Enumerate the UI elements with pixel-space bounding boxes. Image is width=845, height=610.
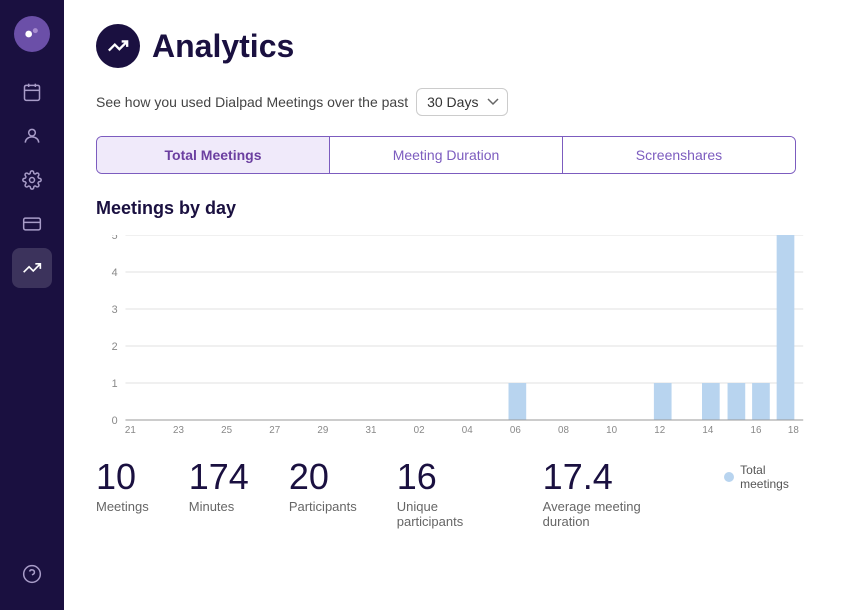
svg-text:23: 23 bbox=[173, 425, 184, 435]
tab-screenshares[interactable]: Screenshares bbox=[563, 137, 795, 173]
svg-text:10: 10 bbox=[606, 425, 617, 435]
svg-text:3: 3 bbox=[112, 304, 118, 316]
bar-14a bbox=[702, 383, 720, 420]
sidebar-item-person[interactable] bbox=[12, 116, 52, 156]
calendar-icon bbox=[22, 82, 42, 102]
subtitle-row: See how you used Dialpad Meetings over t… bbox=[96, 88, 813, 116]
chart-section: Meetings by day 0 1 2 3 4 5 bbox=[96, 198, 813, 435]
stat-unique-participants: 16 Unique participants bbox=[397, 459, 503, 529]
help-icon bbox=[22, 564, 42, 584]
stat-participants-label: Participants bbox=[289, 499, 357, 514]
svg-text:12: 12 bbox=[654, 425, 665, 435]
stat-meetings: 10 Meetings bbox=[96, 459, 149, 514]
stat-unique-label: Unique participants bbox=[397, 499, 503, 529]
bar-16 bbox=[752, 383, 770, 420]
sidebar-item-help[interactable] bbox=[12, 554, 52, 594]
sidebar-nav bbox=[12, 72, 52, 546]
svg-text:27: 27 bbox=[269, 425, 280, 435]
stat-avg-value: 17.4 bbox=[543, 459, 613, 495]
stat-avg-label: Average meeting duration bbox=[543, 499, 684, 529]
header-icon bbox=[96, 24, 140, 68]
svg-text:2: 2 bbox=[112, 341, 118, 353]
legend-dot bbox=[724, 472, 734, 482]
svg-text:02: 02 bbox=[414, 425, 425, 435]
settings-icon bbox=[22, 170, 42, 190]
svg-text:14: 14 bbox=[702, 425, 713, 435]
stat-minutes-value: 174 bbox=[189, 459, 249, 495]
stats-row: 10 Meetings 174 Minutes 20 Participants … bbox=[96, 451, 813, 529]
svg-text:29: 29 bbox=[317, 425, 328, 435]
bar-06 bbox=[509, 383, 527, 420]
page-title: Analytics bbox=[152, 28, 294, 65]
stat-unique-value: 16 bbox=[397, 459, 437, 495]
analytics-icon bbox=[22, 258, 42, 278]
app-logo bbox=[14, 16, 50, 52]
sidebar-item-settings[interactable] bbox=[12, 160, 52, 200]
svg-text:16: 16 bbox=[751, 425, 762, 435]
stat-meetings-value: 10 bbox=[96, 459, 136, 495]
sidebar-item-analytics[interactable] bbox=[12, 248, 52, 288]
svg-text:1: 1 bbox=[112, 378, 118, 390]
person-icon bbox=[22, 126, 42, 146]
svg-text:4: 4 bbox=[112, 267, 118, 279]
tab-total-meetings[interactable]: Total Meetings bbox=[97, 137, 330, 173]
svg-text:21: 21 bbox=[125, 425, 136, 435]
sidebar-bottom bbox=[12, 554, 52, 594]
tabs-container: Total Meetings Meeting Duration Screensh… bbox=[96, 136, 796, 174]
chart-legend: Total meetings bbox=[724, 459, 813, 491]
bar-12 bbox=[654, 383, 672, 420]
sidebar-item-billing[interactable] bbox=[12, 204, 52, 244]
bar-14b bbox=[728, 383, 746, 420]
tab-meeting-duration[interactable]: Meeting Duration bbox=[330, 137, 563, 173]
stat-participants: 20 Participants bbox=[289, 459, 357, 514]
stat-minutes: 174 Minutes bbox=[189, 459, 249, 514]
page-header: Analytics bbox=[96, 24, 813, 68]
bar-chart: 0 1 2 3 4 5 bbox=[96, 235, 813, 435]
legend-label: Total meetings bbox=[740, 463, 813, 491]
svg-text:04: 04 bbox=[462, 425, 473, 435]
svg-text:31: 31 bbox=[366, 425, 377, 435]
svg-text:25: 25 bbox=[221, 425, 232, 435]
stat-participants-value: 20 bbox=[289, 459, 329, 495]
sidebar-item-calendar[interactable] bbox=[12, 72, 52, 112]
stat-meetings-label: Meetings bbox=[96, 499, 149, 514]
svg-text:0: 0 bbox=[112, 415, 118, 427]
svg-text:06: 06 bbox=[510, 425, 521, 435]
main-content: Analytics See how you used Dialpad Meeti… bbox=[64, 0, 845, 610]
chart-container: 0 1 2 3 4 5 bbox=[96, 235, 813, 435]
period-select[interactable]: 30 Days 7 Days 14 Days 90 Days bbox=[416, 88, 508, 116]
bar-18 bbox=[777, 235, 795, 420]
subtitle-text: See how you used Dialpad Meetings over t… bbox=[96, 94, 408, 110]
stat-avg-duration: 17.4 Average meeting duration bbox=[543, 459, 684, 529]
svg-text:08: 08 bbox=[558, 425, 569, 435]
chart-title: Meetings by day bbox=[96, 198, 813, 219]
svg-text:18: 18 bbox=[788, 425, 799, 435]
svg-text:5: 5 bbox=[112, 235, 118, 242]
card-icon bbox=[22, 214, 42, 234]
sidebar bbox=[0, 0, 64, 610]
stat-minutes-label: Minutes bbox=[189, 499, 235, 514]
